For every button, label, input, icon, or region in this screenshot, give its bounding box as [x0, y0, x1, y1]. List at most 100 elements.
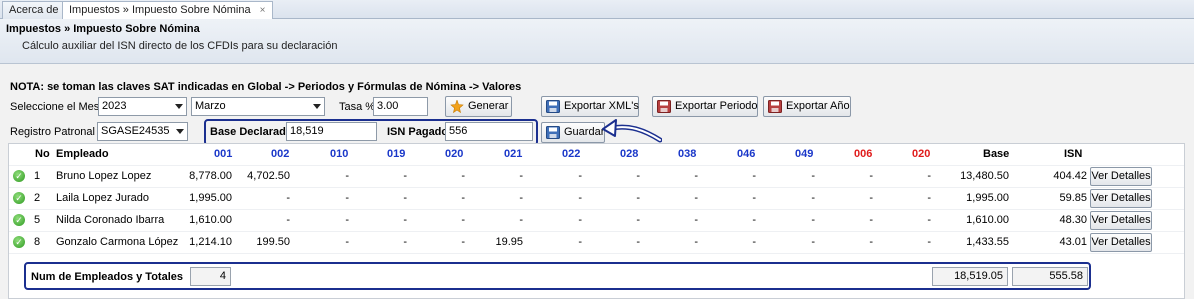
row-value: -	[752, 236, 756, 248]
row-value: -	[752, 170, 756, 182]
row-isn: 404.42	[1053, 170, 1087, 182]
row-value: -	[519, 170, 523, 182]
exportar-periodo-label: Exportar Periodo	[675, 100, 758, 112]
row-value: -	[461, 192, 465, 204]
row-value: 19.95	[495, 236, 523, 248]
note-text: NOTA: se toman las claves SAT indicadas …	[10, 81, 522, 93]
tab-impuesto-sobre-nomina[interactable]: Impuestos » Impuesto Sobre Nómina ×	[62, 1, 273, 20]
registro-value: SGASE24535	[101, 125, 170, 137]
chevron-down-icon	[313, 104, 321, 109]
row-value: -	[345, 170, 349, 182]
guardar-button[interactable]: Guardar	[541, 122, 605, 143]
generate-icon	[450, 100, 464, 113]
row-value: -	[636, 214, 640, 226]
tab-acerca-de[interactable]: Acerca de	[2, 1, 66, 19]
col-header-code: 046	[737, 148, 756, 160]
row-value: 4,702.50	[247, 170, 290, 182]
col-header-code: 010	[330, 148, 349, 160]
year-value: 2023	[102, 100, 127, 112]
row-isn: 59.85	[1059, 192, 1087, 204]
exportar-anio-button[interactable]: Exportar Año	[763, 96, 851, 117]
close-icon[interactable]: ×	[260, 5, 266, 16]
row-value: -	[403, 192, 407, 204]
page-title: Impuestos » Impuesto Sobre Nómina	[6, 23, 200, 35]
row-value: -	[403, 236, 407, 248]
row-base: 1,610.00	[966, 214, 1009, 226]
status-ok-icon: ✓	[13, 192, 25, 204]
row-value: -	[752, 214, 756, 226]
row-value: -	[578, 170, 582, 182]
ver-detalles-button[interactable]: Ver Detalles	[1090, 167, 1152, 186]
ver-detalles-button[interactable]: Ver Detalles	[1090, 189, 1152, 208]
row-value: -	[578, 192, 582, 204]
row-value: -	[927, 170, 931, 182]
row-no: 2	[34, 192, 41, 204]
row-base: 1,433.55	[966, 236, 1009, 248]
generar-button[interactable]: Generar	[445, 96, 512, 117]
registro-select[interactable]: SGASE24535	[97, 122, 188, 141]
chevron-down-icon	[175, 104, 183, 109]
col-header-code: 038	[678, 148, 697, 160]
col-header-code: 021	[504, 148, 523, 160]
row-value: -	[752, 192, 756, 204]
row-value: -	[345, 214, 349, 226]
base-declarada-input[interactable]: 18,519	[286, 122, 377, 141]
exportar-anio-label: Exportar Año	[786, 100, 850, 112]
row-value: -	[869, 170, 873, 182]
row-value: -	[869, 214, 873, 226]
col-header-base: Base	[983, 148, 1010, 160]
row-empleado: Bruno Lopez Lopez	[56, 170, 152, 182]
col-header-empleado: Empleado	[56, 148, 109, 160]
col-header-no: No	[35, 148, 50, 160]
row-value: -	[811, 192, 815, 204]
row-value: -	[461, 214, 465, 226]
page-header: Impuestos » Impuesto Sobre Nómina Cálcul…	[0, 19, 1194, 64]
ver-detalles-button[interactable]: Ver Detalles	[1090, 233, 1152, 252]
exportar-xml-label: Exportar XML's	[564, 100, 639, 112]
col-header-code: 020	[445, 148, 464, 160]
total-empleados: 4	[190, 267, 231, 286]
status-ok-icon: ✓	[13, 214, 25, 226]
total-isn: 555.58	[1012, 267, 1088, 286]
month-select[interactable]: Marzo	[191, 97, 325, 116]
row-empleado: Nilda Coronado Ibarra	[56, 214, 165, 226]
exportar-periodo-button[interactable]: Exportar Periodo	[652, 96, 758, 117]
row-value: -	[345, 236, 349, 248]
col-header-code: 019	[387, 148, 406, 160]
guardar-label: Guardar	[564, 126, 605, 138]
row-isn: 43.01	[1059, 236, 1087, 248]
tasa-input[interactable]: 3.00	[373, 97, 428, 116]
isn-label: ISN Pagado	[387, 126, 449, 138]
col-header-code: 002	[271, 148, 290, 160]
row-value: -	[461, 170, 465, 182]
row-value: -	[694, 170, 698, 182]
total-base: 18,519.05	[932, 267, 1008, 286]
export-icon	[768, 100, 782, 113]
isn-pagado-input[interactable]: 556	[445, 122, 533, 141]
row-value: -	[927, 236, 931, 248]
tab-bar: Acerca de Impuestos » Impuesto Sobre Nóm…	[0, 0, 1194, 20]
row-empleado: Laila Lopez Jurado	[56, 192, 149, 204]
status-ok-icon: ✓	[13, 170, 25, 182]
row-value: -	[578, 236, 582, 248]
tasa-label: Tasa %	[339, 101, 376, 113]
row-value: -	[927, 214, 931, 226]
year-select[interactable]: 2023	[98, 97, 187, 116]
row-value: -	[694, 214, 698, 226]
row-value: -	[694, 192, 698, 204]
row-base: 13,480.50	[960, 170, 1009, 182]
col-header-code: 020	[912, 148, 931, 160]
save-icon	[546, 100, 560, 113]
ver-detalles-button[interactable]: Ver Detalles	[1090, 211, 1152, 230]
row-value: -	[403, 214, 407, 226]
col-header-isn: ISN	[1064, 148, 1083, 160]
base-label: Base Declarada	[210, 126, 292, 138]
row-value: -	[519, 192, 523, 204]
col-header-code: 022	[562, 148, 581, 160]
row-value: 1,214.10	[189, 236, 232, 248]
row-value: -	[927, 192, 931, 204]
row-value: 8,778.00	[189, 170, 232, 182]
col-header-code: 049	[795, 148, 814, 160]
row-value: 199.50	[256, 236, 290, 248]
col-header-code: 001	[214, 148, 233, 160]
